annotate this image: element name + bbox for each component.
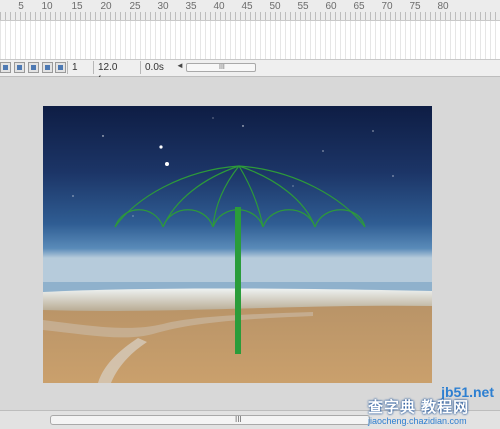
ruler-label: 60 — [325, 1, 337, 12]
scroll-left-arrow-icon[interactable]: ◄ — [176, 61, 184, 70]
star — [322, 150, 324, 152]
scroll-grip-icon: III — [219, 64, 225, 71]
star — [159, 145, 163, 149]
star — [72, 195, 74, 197]
ruler-label: 55 — [297, 1, 309, 12]
ruler-label: 10 — [41, 1, 53, 12]
ruler-label: 30 — [157, 1, 169, 12]
star — [132, 215, 134, 217]
star — [372, 130, 374, 132]
elapsed-time-display: 0.0s — [140, 61, 170, 74]
star — [212, 117, 214, 119]
stage-canvas[interactable] — [43, 106, 432, 383]
watermark-main: 查字典 教程网 — [368, 399, 470, 416]
ruler-label: 25 — [129, 1, 141, 12]
scrollbar-track[interactable]: III — [50, 415, 370, 425]
star — [392, 175, 394, 177]
watermark: jb51.net 查字典 教程网 jiaocheng.chazidian.com — [360, 382, 500, 429]
umbrella-pole — [235, 207, 241, 354]
scrollbar-grip-icon: III — [235, 415, 242, 424]
frame-rate-display[interactable]: 12.0 fps — [93, 61, 137, 86]
timeline-ruler[interactable]: 5 10 15 20 25 30 35 40 45 50 55 60 65 70… — [0, 0, 500, 21]
ruler-label: 70 — [381, 1, 393, 12]
center-frame-button-icon[interactable] — [0, 62, 11, 73]
ruler-label: 75 — [409, 1, 421, 12]
ruler-label: 65 — [353, 1, 365, 12]
flash-editor-window: 5 10 15 20 25 30 35 40 45 50 55 60 65 70… — [0, 0, 500, 429]
current-frame-display: 1 — [67, 61, 93, 74]
watermark-sub: jiaocheng.chazidian.com — [368, 416, 467, 426]
ruler-label: 45 — [241, 1, 253, 12]
onion-skin-outlines-button-icon[interactable] — [28, 62, 39, 73]
timeline-frames[interactable] — [0, 21, 500, 60]
star — [292, 185, 294, 187]
ruler-label: 50 — [269, 1, 281, 12]
ruler-label: 15 — [71, 1, 83, 12]
edit-multiple-frames-button-icon[interactable] — [42, 62, 53, 73]
star — [165, 162, 169, 166]
ruler-label: 80 — [437, 1, 449, 12]
star — [242, 125, 244, 127]
modify-onion-markers-button-icon[interactable] — [55, 62, 66, 73]
timeline-scrollbar[interactable]: III — [186, 63, 256, 72]
timeline-statusbar: 1 12.0 fps 0.0s ◄ III — [0, 60, 500, 86]
stage-artwork — [43, 106, 432, 383]
ruler-label: 40 — [213, 1, 225, 12]
ruler-label: 35 — [185, 1, 197, 12]
onion-skin-button-icon[interactable] — [14, 62, 25, 73]
ruler-label: 20 — [100, 1, 112, 12]
ruler-ticks — [0, 12, 500, 20]
ruler-label: 5 — [18, 1, 24, 12]
star — [102, 135, 104, 137]
